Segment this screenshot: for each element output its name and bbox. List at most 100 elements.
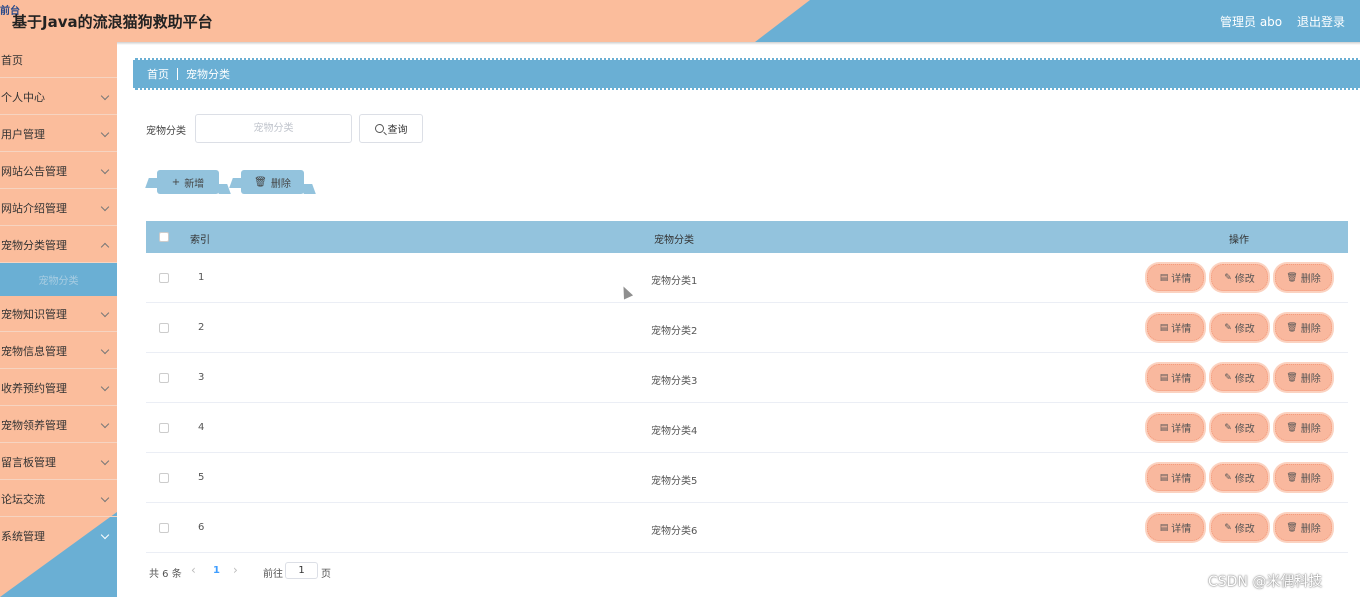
row-category: 宠物分类6: [651, 526, 698, 537]
delete-button[interactable]: 🗑 删除: [1275, 314, 1332, 341]
row-index: 3: [198, 372, 205, 383]
sidebar-item-home[interactable]: 首页: [0, 42, 117, 78]
delete-label: 删除: [1300, 274, 1321, 285]
detail-button[interactable]: ▤ 详情: [1147, 264, 1204, 291]
delete-label: 删除: [1300, 474, 1321, 485]
row-checkbox[interactable]: [159, 273, 169, 283]
delete-button[interactable]: 🗑 删除: [1275, 514, 1332, 541]
edit-button[interactable]: ✎ 修改: [1211, 264, 1268, 291]
breadcrumb-home[interactable]: 首页: [147, 66, 169, 82]
sidebar-item-system[interactable]: 系统管理: [0, 518, 117, 554]
header-category: 宠物分类: [654, 235, 694, 246]
delete-button[interactable]: 🗑 删除: [1275, 264, 1332, 291]
sidebar-subitem-pet-category[interactable]: 宠物分类: [0, 263, 117, 296]
breadcrumb-separator: [177, 68, 178, 80]
delete-button[interactable]: 🗑 删除: [1275, 464, 1332, 491]
detail-button[interactable]: ▤ 详情: [1147, 364, 1204, 391]
trash-icon: 🗑: [1286, 522, 1298, 533]
sidebar-item-label: 网站公告管理: [1, 164, 67, 178]
table-row: 2 宠物分类2 ▤ 详情 ✎ 修改 🗑 删除: [146, 303, 1348, 353]
batch-delete-button-label: 删除: [270, 178, 291, 190]
logout-link[interactable]: 退出登录: [1297, 13, 1345, 30]
trash-icon: 🗑: [1286, 322, 1298, 333]
watermark: CSDN @米偶科技: [1208, 574, 1323, 590]
sidebar-item-pet-knowledge[interactable]: 宠物知识管理: [0, 296, 117, 332]
chevron-down-icon: [100, 345, 110, 355]
detail-label: 详情: [1171, 524, 1192, 535]
pagination-page-suffix: 页: [321, 569, 331, 580]
query-button-label: 查询: [387, 125, 408, 136]
row-checkbox[interactable]: [159, 373, 169, 383]
row-checkbox[interactable]: [159, 423, 169, 433]
edit-label: 修改: [1234, 474, 1255, 485]
trash-icon: 🗑: [254, 176, 267, 188]
page-number-button[interactable]: 1: [213, 565, 220, 576]
add-button[interactable]: + 新增: [157, 170, 219, 194]
delete-button[interactable]: 🗑 删除: [1275, 364, 1332, 391]
document-icon: ▤: [1159, 372, 1169, 383]
chevron-down-icon: [100, 91, 110, 101]
sidebar-item-site-intro[interactable]: 网站介绍管理: [0, 190, 117, 226]
sidebar-item-label: 网站介绍管理: [1, 201, 67, 215]
table-row: 4 宠物分类4 ▤ 详情 ✎ 修改 🗑 删除: [146, 403, 1348, 453]
edit-label: 修改: [1234, 524, 1255, 535]
sidebar-item-forum[interactable]: 论坛交流: [0, 481, 117, 517]
sidebar-item-adoption-booking[interactable]: 收养预约管理: [0, 370, 117, 406]
edit-button[interactable]: ✎ 修改: [1211, 514, 1268, 541]
header-index: 索引: [190, 235, 210, 246]
sidebar-item-pet-adoption[interactable]: 宠物领养管理: [0, 407, 117, 443]
edit-label: 修改: [1234, 424, 1255, 435]
chevron-down-icon: [100, 165, 110, 175]
detail-button[interactable]: ▤ 详情: [1147, 414, 1204, 441]
table-row: 1 宠物分类1 ▤ 详情 ✎ 修改 🗑 删除: [146, 253, 1348, 303]
batch-delete-button[interactable]: 🗑 删除: [241, 170, 304, 194]
prev-page-icon[interactable]: ‹: [191, 563, 196, 577]
sidebar-item-message-board[interactable]: 留言板管理: [0, 444, 117, 480]
delete-label: 删除: [1300, 424, 1321, 435]
detail-label: 详情: [1171, 274, 1192, 285]
current-user: 管理员 abo: [1220, 15, 1283, 29]
chevron-down-icon: [100, 128, 110, 138]
table-row: 3 宠物分类3 ▤ 详情 ✎ 修改 🗑 删除: [146, 353, 1348, 403]
detail-button[interactable]: ▤ 详情: [1147, 464, 1204, 491]
sidebar-item-profile[interactable]: 个人中心: [0, 79, 117, 115]
delete-label: 删除: [1300, 524, 1321, 535]
row-category: 宠物分类1: [651, 276, 698, 287]
detail-button[interactable]: ▤ 详情: [1147, 514, 1204, 541]
delete-label: 删除: [1300, 324, 1321, 335]
edit-button[interactable]: ✎ 修改: [1211, 364, 1268, 391]
row-index: 5: [198, 472, 205, 483]
sidebar-item-label: 宠物知识管理: [1, 307, 67, 321]
next-page-icon[interactable]: ›: [233, 563, 238, 577]
row-checkbox[interactable]: [159, 523, 169, 533]
header-shadow: [0, 42, 1360, 45]
pagination-total: 共 6 条: [149, 569, 182, 580]
document-icon: ▤: [1159, 272, 1169, 283]
search-input[interactable]: [195, 114, 352, 143]
query-button[interactable]: 查询: [359, 114, 423, 143]
delete-label: 删除: [1300, 374, 1321, 385]
select-all-checkbox[interactable]: [159, 232, 169, 242]
edit-label: 修改: [1234, 324, 1255, 335]
row-checkbox[interactable]: [159, 473, 169, 483]
sidebar-item-label: 论坛交流: [1, 492, 45, 506]
sidebar-item-label: 系统管理: [1, 530, 45, 543]
edit-button[interactable]: ✎ 修改: [1211, 314, 1268, 341]
chevron-down-icon: [100, 382, 110, 392]
sidebar-item-label: 留言板管理: [1, 455, 56, 469]
sidebar-item-pet-info[interactable]: 宠物信息管理: [0, 333, 117, 369]
sidebar-item-pet-category[interactable]: 宠物分类管理: [0, 227, 117, 263]
row-checkbox[interactable]: [159, 323, 169, 333]
search-label: 宠物分类: [146, 126, 186, 137]
edit-button[interactable]: ✎ 修改: [1211, 464, 1268, 491]
sidebar-item-announcements[interactable]: 网站公告管理: [0, 153, 117, 189]
edit-button[interactable]: ✎ 修改: [1211, 414, 1268, 441]
sidebar-item-users[interactable]: 用户管理: [0, 116, 117, 152]
row-category: 宠物分类3: [651, 376, 698, 387]
goto-page-input[interactable]: [285, 562, 318, 579]
detail-button[interactable]: ▤ 详情: [1147, 314, 1204, 341]
trash-icon: 🗑: [1286, 372, 1298, 383]
edit-label: 修改: [1234, 274, 1255, 285]
chevron-down-icon: [100, 456, 110, 466]
delete-button[interactable]: 🗑 删除: [1275, 414, 1332, 441]
